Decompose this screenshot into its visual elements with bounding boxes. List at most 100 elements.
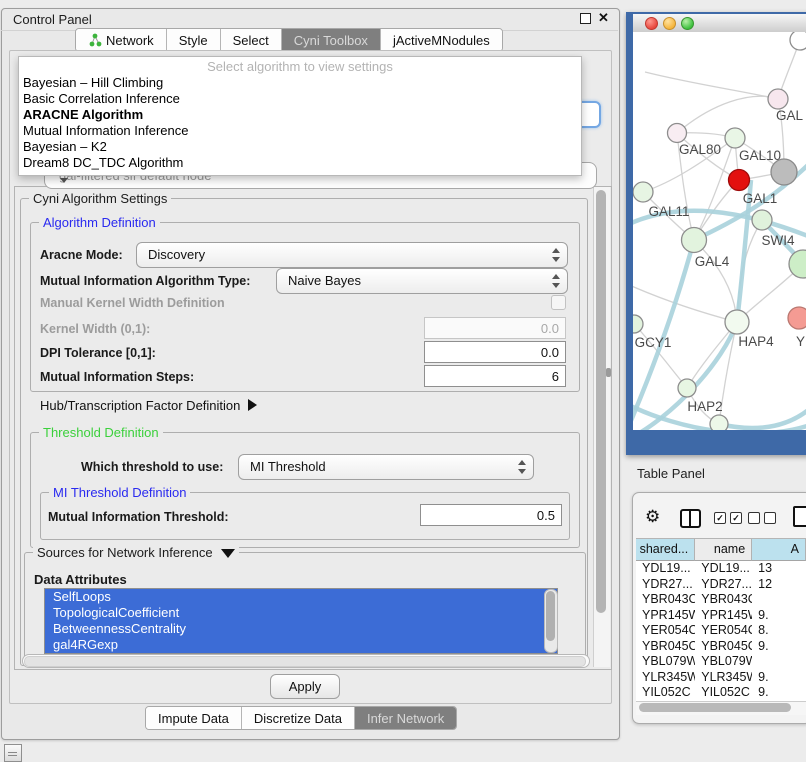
network-node-hap4[interactable] [725, 310, 749, 334]
cyni-algorithm-settings-title: Cyni Algorithm Settings [29, 191, 171, 206]
table-row[interactable]: YBR045CYBR045C9. [636, 639, 806, 655]
data-attributes-list[interactable]: SelfLoopsTopologicalCoefficientBetweenne… [44, 588, 558, 654]
algorithm-option-dream8-dc-tdc-algorithm[interactable]: Dream8 DC_TDC Algorithm [19, 155, 581, 171]
table-row[interactable]: YER054CYER054C8. [636, 623, 806, 639]
corner-grip-icon[interactable] [4, 744, 22, 762]
hub-definition-label: Hub/Transcription Factor Definition [40, 398, 240, 413]
table-cell: YPR145W [695, 608, 752, 624]
deselect-checkboxes-icon[interactable] [748, 512, 776, 524]
table-row[interactable]: YDR27...YDR27...12 [636, 577, 806, 593]
tab-infer-network[interactable]: Infer Network [355, 707, 456, 729]
network-node[interactable] [771, 159, 797, 185]
tab-style[interactable]: Style [167, 29, 221, 51]
tab-cyni-toolbox[interactable]: Cyni Toolbox [282, 29, 381, 51]
select-all-checkboxes-icon[interactable]: ✓ ✓ [714, 512, 742, 524]
tab-impute-data[interactable]: Impute Data [146, 707, 242, 729]
node-label-gcy1: GCY1 [635, 335, 672, 350]
network-window-titlebar[interactable] [633, 14, 806, 33]
settings-scrollbar-thumb[interactable] [596, 190, 606, 613]
tab-network[interactable]: Network [76, 29, 167, 51]
node-label-gal80: GAL80 [679, 142, 721, 157]
hub-definition-toggle[interactable]: Hub/Transcription Factor Definition [40, 398, 257, 413]
algorithm-option-basic-correlation-inference[interactable]: Basic Correlation Inference [19, 91, 581, 107]
file-icon[interactable] [793, 506, 806, 527]
which-threshold-combo[interactable]: MI Threshold [238, 454, 534, 480]
tab-infer-network-label: Infer Network [367, 711, 444, 726]
network-node-gal11[interactable] [633, 182, 653, 202]
mi-type-label: Mutual Information Algorithm Type: [40, 274, 250, 288]
network-node[interactable] [789, 250, 806, 278]
attribute-item-selfloops[interactable]: SelfLoops [45, 589, 557, 605]
window-zoom-icon[interactable] [681, 17, 694, 30]
mi-threshold-input[interactable] [420, 504, 562, 526]
network-node-gal10[interactable] [725, 128, 745, 148]
attributes-list-scrollbar-thumb[interactable] [546, 591, 555, 641]
node-label-gal: GAL [776, 108, 804, 123]
network-edge[interactable] [645, 72, 778, 99]
network-edge[interactable] [677, 96, 778, 133]
network-canvas[interactable]: GALGAL80GAL10GAL1GAL11SWI4GAL4GCY1HAP4YH… [633, 32, 806, 430]
close-panel-button[interactable]: ✕ [598, 10, 609, 26]
table-rows: YDL19...YDL19...13YDR27...YDR27...12YBR0… [636, 561, 806, 701]
table-cell: YBR045C [636, 639, 695, 655]
table-settings-gear-icon[interactable]: ⚙ [645, 507, 660, 527]
network-edge[interactable] [719, 406, 806, 428]
network-node[interactable] [790, 32, 806, 50]
table-row[interactable]: YBR043CYBR043C [636, 592, 806, 608]
float-window-button[interactable] [580, 13, 591, 24]
table-cell: YDL19... [636, 561, 695, 577]
mi-steps-input[interactable] [424, 365, 566, 387]
attribute-item-betweennesscentrality[interactable]: BetweennessCentrality [45, 621, 557, 637]
network-edge[interactable] [633, 284, 737, 322]
threshold-definition-title: Threshold Definition [39, 425, 163, 440]
table-cell: YER054C [636, 623, 695, 639]
bottom-tab-bar: Impute DataDiscretize Data Infer Network [145, 706, 457, 730]
attribute-item-topologicalcoefficient[interactable]: TopologicalCoefficient [45, 605, 557, 621]
dpi-tolerance-input[interactable] [424, 341, 566, 363]
network-edge[interactable] [694, 240, 737, 322]
settings-horizontal-scrollbar-thumb[interactable] [24, 656, 586, 667]
network-node-y[interactable] [788, 307, 806, 329]
node-label-y: Y [796, 334, 805, 349]
algorithm-option-mutual-information-inference[interactable]: Mutual Information Inference [19, 123, 581, 139]
kernel-width-input[interactable] [424, 317, 566, 339]
split-columns-icon[interactable] [680, 509, 701, 528]
network-edge[interactable] [634, 324, 687, 388]
table-row[interactable]: YIL052CYIL052C9. [636, 685, 806, 701]
algorithm-option-aracne-algorithm[interactable]: ARACNE Algorithm [19, 107, 581, 123]
network-node-gal1[interactable] [729, 170, 750, 191]
network-node-gal[interactable] [768, 89, 788, 109]
network-node-gal80[interactable] [668, 124, 687, 143]
table-row[interactable]: YPR145WYPR145W9. [636, 608, 806, 624]
table-horizontal-scrollbar-thumb[interactable] [639, 703, 791, 712]
network-node-hap2[interactable] [678, 379, 696, 397]
attribute-item-gal4rgexp[interactable]: gal4RGexp [45, 637, 557, 653]
table-cell: YBL079W [695, 654, 752, 670]
aracne-mode-combo[interactable]: Discovery [136, 242, 568, 268]
combo-stepper-icon [551, 273, 561, 289]
column-header-a[interactable]: A [752, 539, 806, 561]
mi-type-combo[interactable]: Naive Bayes [276, 268, 568, 294]
algorithm-option-bayesian-hill-climbing[interactable]: Bayesian – Hill Climbing [19, 75, 581, 91]
network-node-swi4[interactable] [752, 210, 772, 230]
window-close-icon[interactable] [645, 17, 658, 30]
table-row[interactable]: YLR345WYLR345W9. [636, 670, 806, 686]
column-header-shared-[interactable]: shared... [636, 539, 695, 561]
tab-discretize-data[interactable]: Discretize Data [242, 707, 355, 729]
apply-button[interactable]: Apply [270, 674, 340, 699]
network-node[interactable] [710, 415, 728, 430]
network-node-gal4[interactable] [682, 228, 707, 253]
node-label-swi4: SWI4 [761, 233, 794, 248]
splitter-handle[interactable] [606, 368, 611, 377]
algorithm-option-bayesian-k2[interactable]: Bayesian – K2 [19, 139, 581, 155]
column-header-name[interactable]: name [695, 539, 752, 561]
tab-select[interactable]: Select [221, 29, 282, 51]
tab-jactivemnodules[interactable]: jActiveMNodules [381, 29, 502, 51]
window-minimize-icon[interactable] [663, 17, 676, 30]
table-row[interactable]: YBL079WYBL079W [636, 654, 806, 670]
checked-box-icon: ✓ [730, 512, 742, 524]
manual-kernel-checkbox[interactable] [551, 295, 566, 310]
network-node-gcy1[interactable] [633, 315, 643, 333]
sources-group-title: Sources for Network Inference [33, 545, 239, 560]
table-row[interactable]: YDL19...YDL19...13 [636, 561, 806, 577]
